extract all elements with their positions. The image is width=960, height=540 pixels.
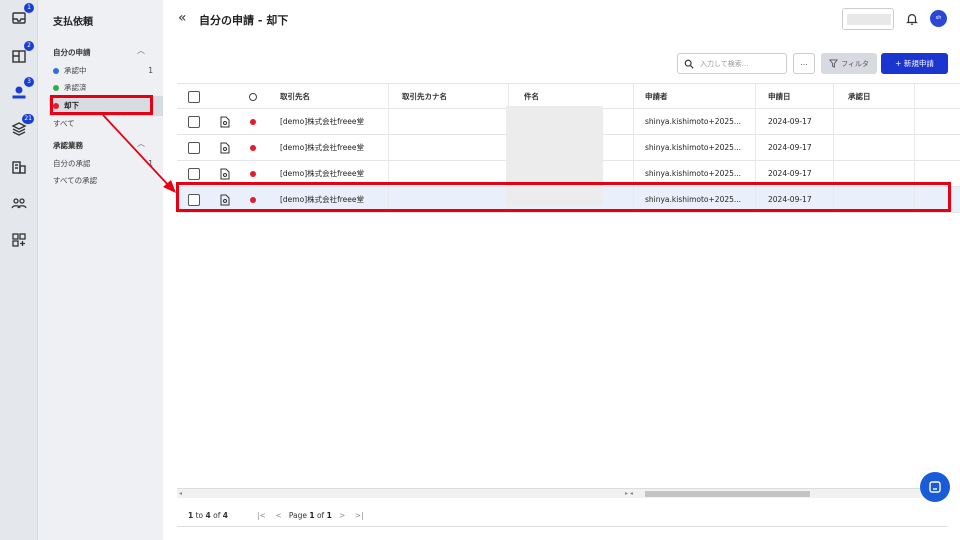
rejected-status-dot [250, 145, 256, 151]
document-icon[interactable] [220, 168, 230, 180]
applicant: shinya.kishimoto+2025... [645, 143, 742, 152]
column-header-partner[interactable]: 取引先名 [280, 84, 310, 110]
sidebar: 支払依頼 自分の申請 ︿ 承認中 1 承認済 却下 すべて 承認業務 ︿ 自分の… [39, 0, 191, 540]
status-dot-blue [53, 67, 59, 74]
sidebar-item-pending[interactable]: 承認中 1 [53, 65, 153, 76]
chat-icon [929, 481, 941, 493]
request-date: 2024-09-17 [768, 117, 812, 126]
filter-icon [829, 59, 839, 68]
column-separator [833, 84, 834, 110]
partner-name: [demo]株式会社freee堂 [280, 117, 365, 126]
layers-icon[interactable]: 21 [9, 114, 34, 139]
apps-icon[interactable] [9, 230, 29, 250]
document-icon[interactable] [220, 116, 230, 128]
column-separator [914, 135, 915, 161]
scrollbar-thumb[interactable] [645, 491, 810, 497]
sidebar-item-all-approval[interactable]: すべての承認 [53, 175, 153, 186]
request-date: 2024-09-17 [768, 143, 812, 152]
company-selector[interactable] [842, 8, 894, 30]
first-page-icon[interactable]: |< [257, 511, 266, 520]
more-button[interactable]: ... [793, 53, 815, 74]
avatar[interactable]: sh [930, 10, 947, 27]
horizontal-scrollbar[interactable]: ◂ ▸ ◂ [177, 488, 947, 498]
bell-icon[interactable] [905, 12, 919, 26]
status-dot-green [53, 84, 59, 91]
select-all-checkbox[interactable] [188, 91, 200, 103]
redacted-block [847, 14, 891, 25]
icon-rail: 1 2 3 21 [0, 0, 38, 540]
column-separator [833, 109, 834, 135]
column-separator [388, 135, 389, 161]
prev-page-icon[interactable]: < [275, 511, 281, 520]
last-page-icon[interactable]: >| [355, 511, 364, 520]
chat-button[interactable] [920, 472, 950, 502]
next-page-icon[interactable]: > [339, 511, 345, 520]
pager: |< < Page 1 of 1 > >| [257, 511, 364, 520]
document-icon[interactable] [220, 142, 230, 154]
column-separator [914, 109, 915, 135]
sidebar-section-my-requests[interactable]: 自分の申請 [53, 47, 91, 58]
column-separator [755, 109, 756, 135]
rejected-status-dot [250, 171, 256, 177]
column-separator [755, 84, 756, 110]
column-separator [914, 84, 915, 110]
sidebar-item-approved[interactable]: 承認済 [53, 82, 153, 93]
user-upload-icon[interactable]: 3 [9, 77, 34, 102]
applicant: shinya.kishimoto+2025... [645, 117, 742, 126]
column-separator [633, 84, 634, 110]
search-icon [684, 59, 694, 69]
sidebar-item-all[interactable]: すべて [53, 118, 153, 129]
column-separator [633, 109, 634, 135]
scroll-arrows-icon[interactable]: ▸ ◂ [625, 490, 633, 497]
column-separator [633, 135, 634, 161]
filter-button[interactable]: フィルタ [821, 53, 877, 74]
page-title: 自分の申請 - 却下 [199, 14, 289, 27]
sidebar-title: 支払依頼 [53, 17, 93, 28]
column-separator [388, 84, 389, 110]
row-count: 1 to 4 of 4 [188, 511, 228, 520]
column-header-approved-date[interactable]: 承認日 [848, 84, 871, 110]
column-separator [388, 109, 389, 135]
partner-name: [demo]株式会社freee堂 [280, 143, 365, 152]
column-header-applicant[interactable]: 申請者 [645, 84, 668, 110]
row-checkbox[interactable] [188, 142, 200, 154]
scroll-left-icon[interactable]: ◂ [179, 490, 182, 497]
inbox-icon[interactable]: 1 [9, 3, 34, 28]
collapse-icon[interactable]: « [178, 10, 187, 26]
column-header-date[interactable]: 申請日 [768, 84, 791, 110]
chevron-up-icon[interactable]: ︿ [137, 138, 145, 149]
status-header-icon [249, 93, 257, 101]
rejected-status-dot [250, 119, 256, 125]
row-highlight-box [176, 182, 951, 212]
search-input[interactable] [700, 59, 780, 68]
new-request-button[interactable]: + 新規申請 [881, 53, 948, 74]
row-checkbox[interactable] [188, 168, 200, 180]
search-box[interactable] [677, 53, 787, 74]
main-panel: « 自分の申請 - 却下 sh ... フィルタ + 新規申請 取引先名 取引先… [163, 0, 960, 540]
row-checkbox[interactable] [188, 116, 200, 128]
column-separator [833, 135, 834, 161]
sidebar-section-approval[interactable]: 承認業務 [53, 140, 83, 151]
sidebar-highlight-box [50, 95, 153, 115]
column-header-kana[interactable]: 取引先カナ名 [402, 84, 447, 110]
grid-plus-icon[interactable]: 2 [9, 41, 34, 66]
pagination-footer: 1 to 4 of 4 |< < Page 1 of 1 > >| [177, 505, 947, 527]
app-root: 1 2 3 21 支払依頼 自分の申請 ︿ 承認中 1 承認済 却下 すべて 承… [0, 0, 960, 540]
people-icon[interactable] [9, 193, 29, 213]
building-icon[interactable] [9, 157, 29, 177]
column-separator [755, 135, 756, 161]
sidebar-item-my-approval[interactable]: 自分の承認 1 [53, 158, 153, 169]
chevron-up-icon[interactable]: ︿ [137, 45, 145, 56]
